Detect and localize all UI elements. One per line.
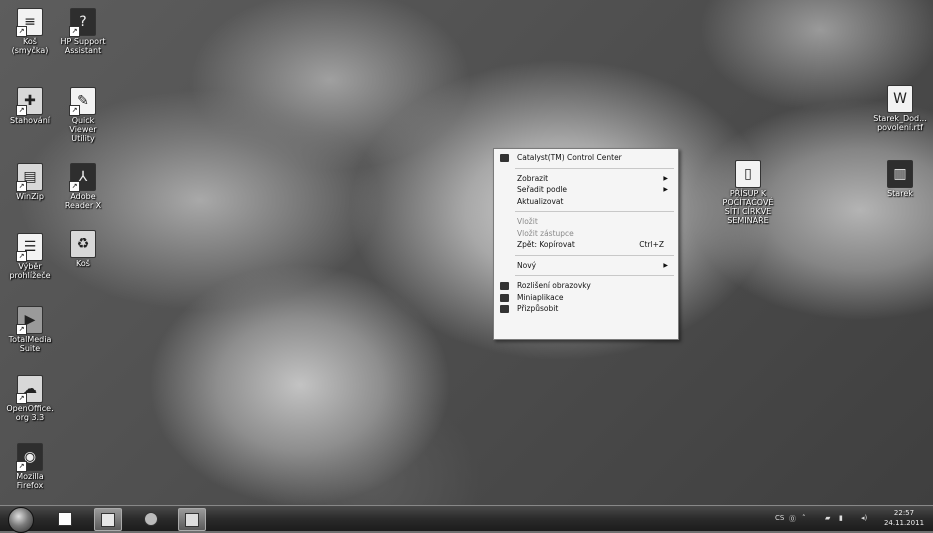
taskbar-word[interactable] bbox=[178, 508, 206, 531]
language-indicator[interactable]: CS bbox=[775, 514, 784, 522]
winzip-icon: ▤ ↗ bbox=[16, 163, 43, 192]
list-icon: ☰ ↗ bbox=[16, 233, 43, 262]
submenu-arrow-icon: ▶ bbox=[663, 186, 668, 193]
desktop-icon-vyber-prohlizece[interactable]: ☰ ↗ Výběr prohlížeče bbox=[5, 233, 55, 280]
explorer-icon bbox=[101, 513, 115, 527]
recycle-bin-icon: ♻ bbox=[70, 230, 96, 258]
desktop[interactable]: ≡ ↗ Koš (smyčka) ? ↗ HP Support Assistant … bbox=[0, 0, 933, 505]
menu-separator bbox=[515, 275, 674, 276]
desktop-icon-openoffice[interactable]: ☁ ↗ OpenOffice.org 3.3 bbox=[5, 375, 55, 422]
desktop-icon-totalmedia[interactable]: ▶ ↗ TotalMedia Suite bbox=[5, 306, 55, 353]
menu-item-miniaplikace[interactable]: Miniaplikace bbox=[496, 292, 676, 304]
desktop-icon-kos[interactable]: ♻ Koš bbox=[58, 230, 108, 268]
desktop-icon-starek[interactable]: ▥ Starek bbox=[875, 160, 925, 198]
openoffice-icon: ☁ ↗ bbox=[16, 375, 43, 404]
menu-item-rozliseni-obrazovky[interactable]: Rozlišení obrazovky bbox=[496, 280, 676, 292]
volume-icon[interactable]: ◂) bbox=[861, 514, 867, 522]
desktop-icon-koš-smycka[interactable]: ≡ ↗ Koš (smyčka) bbox=[5, 8, 55, 55]
catalyst-icon bbox=[500, 154, 509, 162]
desktop-icon-winzip[interactable]: ▤ ↗ WinZip bbox=[5, 163, 55, 201]
menu-item-vlozit-zastupce: Vložit zástupce bbox=[517, 228, 574, 238]
media-icon: ▶ ↗ bbox=[16, 306, 43, 335]
menu-item-novy[interactable]: Nový ▶ bbox=[496, 260, 676, 272]
viewer-icon: ✎ ↗ bbox=[69, 87, 96, 116]
desktop-icon-quick-viewer[interactable]: ✎ ↗ Quick Viewer Utility bbox=[58, 87, 108, 143]
menu-separator bbox=[515, 167, 674, 169]
show-hidden-icons-icon[interactable]: ˄ bbox=[802, 514, 806, 522]
menu-item-prizpusobit[interactable]: Přizpůsobit bbox=[496, 303, 676, 315]
desktop-icon-firefox[interactable]: ◉ ↗ Mozilla Firefox bbox=[5, 443, 55, 490]
menu-separator bbox=[515, 254, 674, 256]
taskbar: CS ⓪ ˄ ▰ ▮ ◂) 22:57 24.11.2011 bbox=[0, 505, 933, 533]
desktop-icon-stahovani[interactable]: ✚ ↗ Stahování bbox=[5, 87, 55, 125]
gadgets-icon bbox=[500, 293, 509, 302]
menu-item-aktualizovat[interactable]: Aktualizovat bbox=[496, 196, 676, 208]
word-icon bbox=[185, 513, 199, 527]
firefox-icon: ◉ ↗ bbox=[16, 443, 43, 472]
personalize-icon bbox=[500, 305, 509, 313]
desktop-icon-starek-doc[interactable]: W Starek_Dod... povolení.rtf bbox=[872, 85, 928, 132]
system-tray: CS ⓪ ˄ ▰ ▮ ◂) 22:57 24.11.2011 bbox=[729, 506, 929, 532]
taskbar-explorer[interactable] bbox=[94, 508, 122, 531]
desktop-context-menu: Catalyst(TM) Control Center Zobrazit ▶ S… bbox=[493, 148, 679, 340]
clock-time: 22:57 bbox=[893, 509, 915, 517]
document-icon: ≡ ↗ bbox=[16, 8, 43, 37]
help-icon[interactable]: ⓪ bbox=[789, 514, 796, 524]
clock-date: 24.11.2011 bbox=[883, 519, 925, 527]
desktop-icon-adobe-reader[interactable]: ⅄ ↗ Adobe Reader X bbox=[58, 163, 108, 210]
desktop-icon-hp-support[interactable]: ? ↗ HP Support Assistant bbox=[58, 8, 108, 55]
puzzle-icon: ✚ ↗ bbox=[16, 87, 43, 116]
folder-icon: ▥ bbox=[887, 160, 913, 188]
word-document-icon: W bbox=[887, 85, 913, 113]
firefox-icon bbox=[144, 512, 158, 526]
menu-item-vlozit: Vložit bbox=[517, 217, 538, 226]
desktop-icon-pristup[interactable]: ▯ PŘÍSUP K POČÍTAČOVÉ SÍTI CÍRKVE SEMINÁ… bbox=[716, 160, 780, 225]
display-icon bbox=[500, 282, 509, 290]
submenu-arrow-icon: ▶ bbox=[663, 174, 668, 182]
pdf-icon: ⅄ ↗ bbox=[69, 163, 96, 192]
network-icon[interactable]: ▰ bbox=[825, 514, 830, 522]
menu-item-catalyst[interactable]: Catalyst(TM) Control Center bbox=[496, 152, 676, 164]
battery-icon[interactable]: ▮ bbox=[839, 514, 843, 522]
menu-item-zpet-kopirovat[interactable]: Zpět: Kopírovat Ctrl+Z bbox=[496, 239, 676, 251]
taskbar-media-player[interactable] bbox=[52, 508, 78, 529]
menu-separator bbox=[515, 211, 674, 212]
taskbar-clock[interactable]: 22:57 24.11.2011 bbox=[881, 508, 927, 528]
menu-item-zobrazit[interactable]: Zobrazit ▶ bbox=[496, 173, 676, 185]
media-player-icon bbox=[58, 512, 72, 526]
menu-item-seradit-podle[interactable]: Seřadit podle ▶ bbox=[496, 184, 676, 196]
submenu-arrow-icon: ▶ bbox=[663, 261, 668, 269]
support-icon: ? ↗ bbox=[69, 8, 96, 37]
archive-icon: ▯ bbox=[735, 160, 761, 188]
taskbar-firefox[interactable] bbox=[138, 508, 164, 529]
start-button[interactable] bbox=[8, 507, 34, 533]
